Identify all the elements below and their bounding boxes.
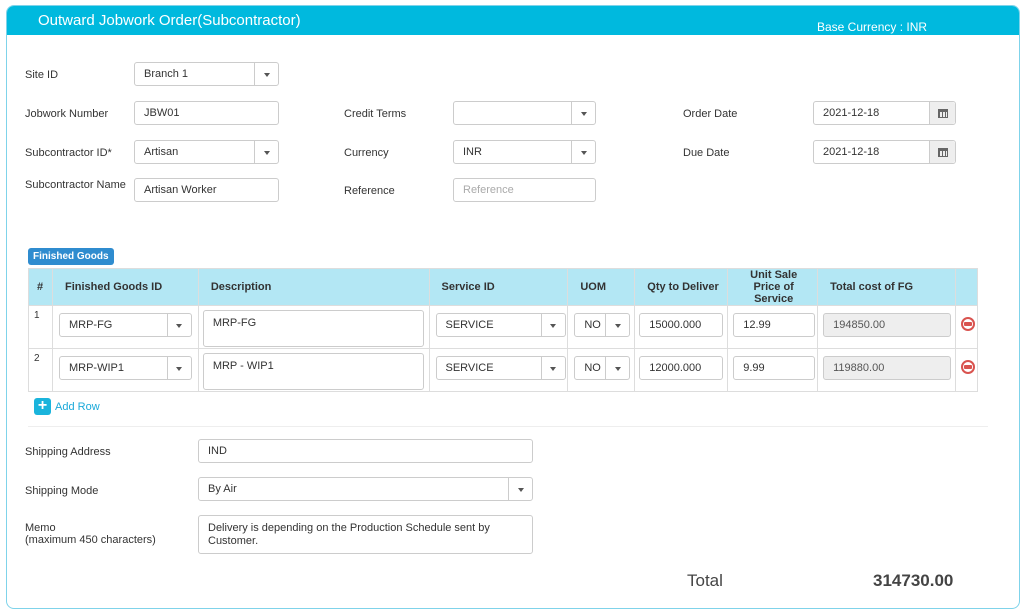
jobwork-number-label: Jobwork Number [25, 108, 109, 120]
site-id-label: Site ID [25, 69, 59, 81]
row-number: 2 [34, 353, 40, 364]
reference-label: Reference [344, 185, 395, 197]
row-number: 1 [34, 310, 40, 321]
order-date-input[interactable]: 2021-12-18 [813, 101, 956, 125]
total-cost-input: 194850.00 [823, 313, 952, 337]
subcontractor-id-value: Artisan [144, 146, 179, 158]
credit-terms-label: Credit Terms [344, 108, 407, 120]
site-id-value: Branch 1 [144, 68, 189, 80]
service-id-value: SERVICE [445, 319, 494, 331]
chevron-down-icon[interactable] [571, 141, 595, 163]
section-divider [28, 426, 988, 427]
chevron-down-icon[interactable] [254, 141, 278, 163]
description-textarea[interactable]: MRP-FG [202, 310, 424, 347]
due-date-input[interactable]: 2021-12-18 [813, 140, 956, 164]
base-currency-label: Base Currency : INR [817, 20, 928, 34]
finished-goods-badge: Finished Goods [28, 248, 114, 265]
jobwork-order-panel: Outward Jobwork Order(Subcontractor) Bas… [6, 5, 1020, 609]
currency-label: Currency [344, 147, 389, 159]
service-id-value: SERVICE [445, 362, 494, 374]
subcontractor-id-label: Subcontractor ID* [25, 147, 112, 159]
fg-id-select[interactable]: MRP-FG [58, 313, 192, 337]
finished-goods-table: # Finished Goods ID Description Service … [28, 268, 979, 392]
total-label: Total [687, 571, 723, 590]
memo-textarea[interactable]: Delivery is depending on the Production … [198, 515, 533, 554]
col-header-total-cost: Total cost of FG [817, 268, 956, 306]
shipping-address-input[interactable]: IND [198, 439, 533, 463]
col-header-num: # [28, 268, 53, 306]
calendar-icon [938, 148, 948, 157]
col-header-unit-price: Unit Sale Price of Service [727, 268, 819, 306]
order-date-value: 2021-12-18 [823, 107, 880, 119]
description-textarea[interactable]: MRP - WIP1 [202, 353, 424, 390]
subcontractor-id-select[interactable]: Artisan [134, 140, 279, 164]
site-id-select[interactable]: Branch 1 [134, 62, 279, 86]
reference-input[interactable]: Reference [453, 178, 596, 202]
col-header-description: Description [197, 268, 430, 306]
chevron-down-icon[interactable] [166, 357, 191, 379]
credit-terms-select[interactable] [453, 101, 596, 125]
table-row: 1 MRP-FG MRP-FG SERVICE NO 15000.000 12.… [28, 305, 979, 349]
due-date-value: 2021-12-18 [823, 146, 880, 158]
service-id-select[interactable]: SERVICE [435, 313, 566, 337]
shipping-mode-select[interactable]: By Air [198, 477, 533, 501]
qty-input[interactable]: 15000.000 [639, 313, 724, 337]
col-header-qty: Qty to Deliver [634, 268, 729, 306]
uom-select[interactable]: NO [574, 313, 631, 337]
shipping-mode-label: Shipping Mode [25, 485, 99, 497]
credit-terms-value [454, 102, 571, 124]
jobwork-number-input[interactable]: JBW01 [134, 101, 279, 125]
chevron-down-icon[interactable] [254, 63, 278, 85]
service-id-select[interactable]: SERVICE [435, 356, 566, 380]
remove-row-icon[interactable] [960, 360, 975, 374]
currency-select[interactable]: INR [453, 140, 596, 164]
panel-header: Outward Jobwork Order(Subcontractor) Bas… [7, 6, 1019, 35]
shipping-mode-value: By Air [208, 483, 237, 495]
due-date-label: Due Date [683, 147, 730, 159]
col-header-actions [954, 268, 979, 306]
add-row-button[interactable]: + Add Row [34, 398, 100, 415]
remove-row-icon[interactable] [960, 317, 975, 331]
add-row-label: Add Row [55, 400, 100, 413]
fg-id-select[interactable]: MRP-WIP1 [58, 356, 192, 380]
unit-price-input[interactable]: 9.99 [733, 356, 816, 380]
subcontractor-name-label: Subcontractor Name [25, 179, 126, 191]
uom-value: NO [584, 362, 601, 374]
fg-id-value: MRP-FG [68, 319, 113, 331]
col-header-service-id: Service ID [428, 268, 569, 306]
memo-sublabel: (maximum 450 characters) [25, 534, 156, 546]
calendar-icon [938, 109, 948, 118]
currency-value: INR [463, 146, 482, 158]
memo-label: Memo [25, 522, 56, 534]
uom-value: NO [584, 319, 601, 331]
fg-id-value: MRP-WIP1 [68, 362, 124, 374]
table-row: 2 MRP-WIP1 MRP - WIP1 SERVICE NO 12000.0… [28, 348, 979, 392]
chevron-down-icon[interactable] [540, 357, 565, 379]
chevron-down-icon[interactable] [508, 478, 532, 500]
col-header-uom: UOM [567, 268, 636, 306]
chevron-down-icon[interactable] [166, 314, 191, 336]
shipping-address-label: Shipping Address [25, 446, 111, 458]
chevron-down-icon[interactable] [605, 357, 629, 379]
order-date-label: Order Date [683, 108, 738, 120]
unit-price-input[interactable]: 12.99 [733, 313, 816, 337]
calendar-button[interactable] [929, 102, 955, 124]
uom-select[interactable]: NO [574, 356, 631, 380]
qty-input[interactable]: 12000.000 [639, 356, 724, 380]
chevron-down-icon[interactable] [605, 314, 629, 336]
page-title: Outward Jobwork Order(Subcontractor) [38, 12, 301, 29]
chevron-down-icon[interactable] [540, 314, 565, 336]
chevron-down-icon[interactable] [571, 102, 595, 124]
subcontractor-name-input[interactable]: Artisan Worker [134, 178, 279, 202]
calendar-button[interactable] [929, 141, 955, 163]
total-value: 314730.00 [873, 571, 954, 590]
plus-icon: + [34, 398, 51, 415]
total-cost-input: 119880.00 [823, 356, 952, 380]
col-header-fg-id: Finished Goods ID [51, 268, 199, 306]
